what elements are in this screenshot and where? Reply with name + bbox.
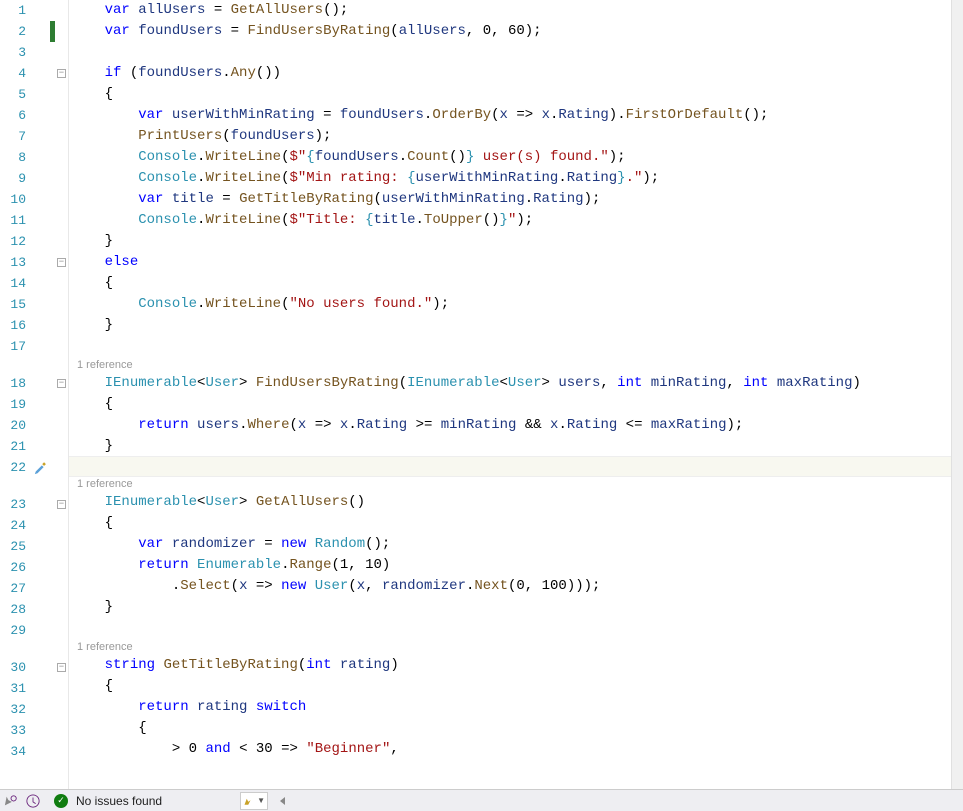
issues-text[interactable]: No issues found	[76, 794, 162, 808]
code-line[interactable]	[69, 456, 963, 477]
code-line[interactable]: else	[69, 252, 963, 273]
fold-toggle[interactable]: −	[57, 69, 66, 78]
line-number: 25	[0, 536, 26, 557]
code-line[interactable]: if (foundUsers.Any())	[69, 63, 963, 84]
code-line[interactable]: return rating switch	[69, 697, 963, 718]
line-number: 27	[0, 578, 26, 599]
code-line[interactable]: return Enumerable.Range(1, 10)	[69, 555, 963, 576]
code-line[interactable]: var userWithMinRating = foundUsers.Order…	[69, 105, 963, 126]
scroll-left-icon[interactable]	[280, 797, 285, 805]
code-line[interactable]: {	[69, 676, 963, 697]
fold-toggle[interactable]: −	[57, 663, 66, 672]
line-number: 18	[0, 373, 26, 394]
code-line[interactable]	[69, 336, 963, 357]
line-number: 34	[0, 741, 26, 762]
code-line[interactable]: var title = GetTitleByRating(userWithMin…	[69, 189, 963, 210]
line-number: 5	[0, 84, 26, 105]
code-line[interactable]: {	[69, 718, 963, 739]
code-line[interactable]: {	[69, 84, 963, 105]
codelens-reference[interactable]: 1 reference	[69, 357, 963, 373]
line-number: 3	[0, 42, 26, 63]
line-number: 7	[0, 126, 26, 147]
line-number: 26	[0, 557, 26, 578]
code-line[interactable]: }	[69, 597, 963, 618]
codelens-gutter	[0, 478, 26, 494]
line-number: 31	[0, 678, 26, 699]
quick-actions-icon[interactable]	[32, 457, 50, 478]
codelens-reference[interactable]: 1 reference	[69, 639, 963, 655]
line-number: 16	[0, 315, 26, 336]
code-line[interactable]: PrintUsers(foundUsers);	[69, 126, 963, 147]
line-number: 10	[0, 189, 26, 210]
line-number: 4	[0, 63, 26, 84]
code-line[interactable]: Console.WriteLine("No users found.");	[69, 294, 963, 315]
code-line[interactable]: var randomizer = new Random();	[69, 534, 963, 555]
line-number: 17	[0, 336, 26, 357]
line-number-gutter: 1234567891011121314151617181920212223242…	[0, 0, 32, 789]
line-number: 2	[0, 21, 26, 42]
line-number: 29	[0, 620, 26, 641]
codelens-gutter	[0, 357, 26, 373]
line-number: 13	[0, 252, 26, 273]
code-line[interactable]: Console.WriteLine($"Title: {title.ToUppe…	[69, 210, 963, 231]
code-line[interactable]: .Select(x => new User(x, randomizer.Next…	[69, 576, 963, 597]
fold-toggle[interactable]: −	[57, 379, 66, 388]
code-line[interactable]: var allUsers = GetAllUsers();	[69, 0, 963, 21]
line-number: 12	[0, 231, 26, 252]
code-line[interactable]: {	[69, 273, 963, 294]
line-number: 8	[0, 147, 26, 168]
vertical-scrollbar[interactable]	[951, 0, 963, 789]
line-number: 23	[0, 494, 26, 515]
codelens-reference[interactable]: 1 reference	[69, 476, 963, 492]
code-line[interactable]: Console.WriteLine($"Min rating: {userWit…	[69, 168, 963, 189]
code-line[interactable]: Console.WriteLine($"{foundUsers.Count()}…	[69, 147, 963, 168]
code-line[interactable]: IEnumerable<User> FindUsersByRating(IEnu…	[69, 373, 963, 394]
line-number: 11	[0, 210, 26, 231]
code-analysis-icon[interactable]	[26, 794, 40, 808]
line-number: 14	[0, 273, 26, 294]
quick-actions-dropdown[interactable]: ▼	[240, 792, 268, 810]
line-number: 33	[0, 720, 26, 741]
tools-icon[interactable]	[4, 794, 18, 808]
fold-toggle[interactable]: −	[57, 500, 66, 509]
fold-margin[interactable]: − − − − −	[55, 0, 69, 789]
code-line[interactable]: }	[69, 436, 963, 457]
line-number: 32	[0, 699, 26, 720]
line-number: 6	[0, 105, 26, 126]
line-number: 19	[0, 394, 26, 415]
code-line[interactable]	[69, 42, 963, 63]
code-line[interactable]: }	[69, 231, 963, 252]
status-bar: ✓ No issues found ▼	[0, 789, 963, 811]
code-line[interactable]: var foundUsers = FindUsersByRating(allUs…	[69, 21, 963, 42]
line-number: 21	[0, 436, 26, 457]
code-line[interactable]: }	[69, 315, 963, 336]
code-area[interactable]: var allUsers = GetAllUsers(); var foundU…	[69, 0, 963, 789]
codelens-gutter	[0, 641, 26, 657]
code-line[interactable]: string GetTitleByRating(int rating)	[69, 655, 963, 676]
code-line[interactable]: return users.Where(x => x.Rating >= minR…	[69, 415, 963, 436]
line-number: 15	[0, 294, 26, 315]
code-editor[interactable]: 1234567891011121314151617181920212223242…	[0, 0, 963, 789]
line-number: 28	[0, 599, 26, 620]
code-line[interactable]: {	[69, 394, 963, 415]
line-number: 9	[0, 168, 26, 189]
code-line[interactable]: > 0 and < 30 => "Beginner",	[69, 739, 963, 760]
code-line[interactable]: IEnumerable<User> GetAllUsers()	[69, 492, 963, 513]
line-number: 22	[0, 457, 26, 478]
ok-icon: ✓	[54, 794, 68, 808]
code-line[interactable]: {	[69, 513, 963, 534]
line-number: 1	[0, 0, 26, 21]
line-number: 24	[0, 515, 26, 536]
code-line[interactable]	[69, 618, 963, 639]
line-number: 20	[0, 415, 26, 436]
line-number: 30	[0, 657, 26, 678]
indicator-margin	[32, 0, 50, 789]
fold-toggle[interactable]: −	[57, 258, 66, 267]
